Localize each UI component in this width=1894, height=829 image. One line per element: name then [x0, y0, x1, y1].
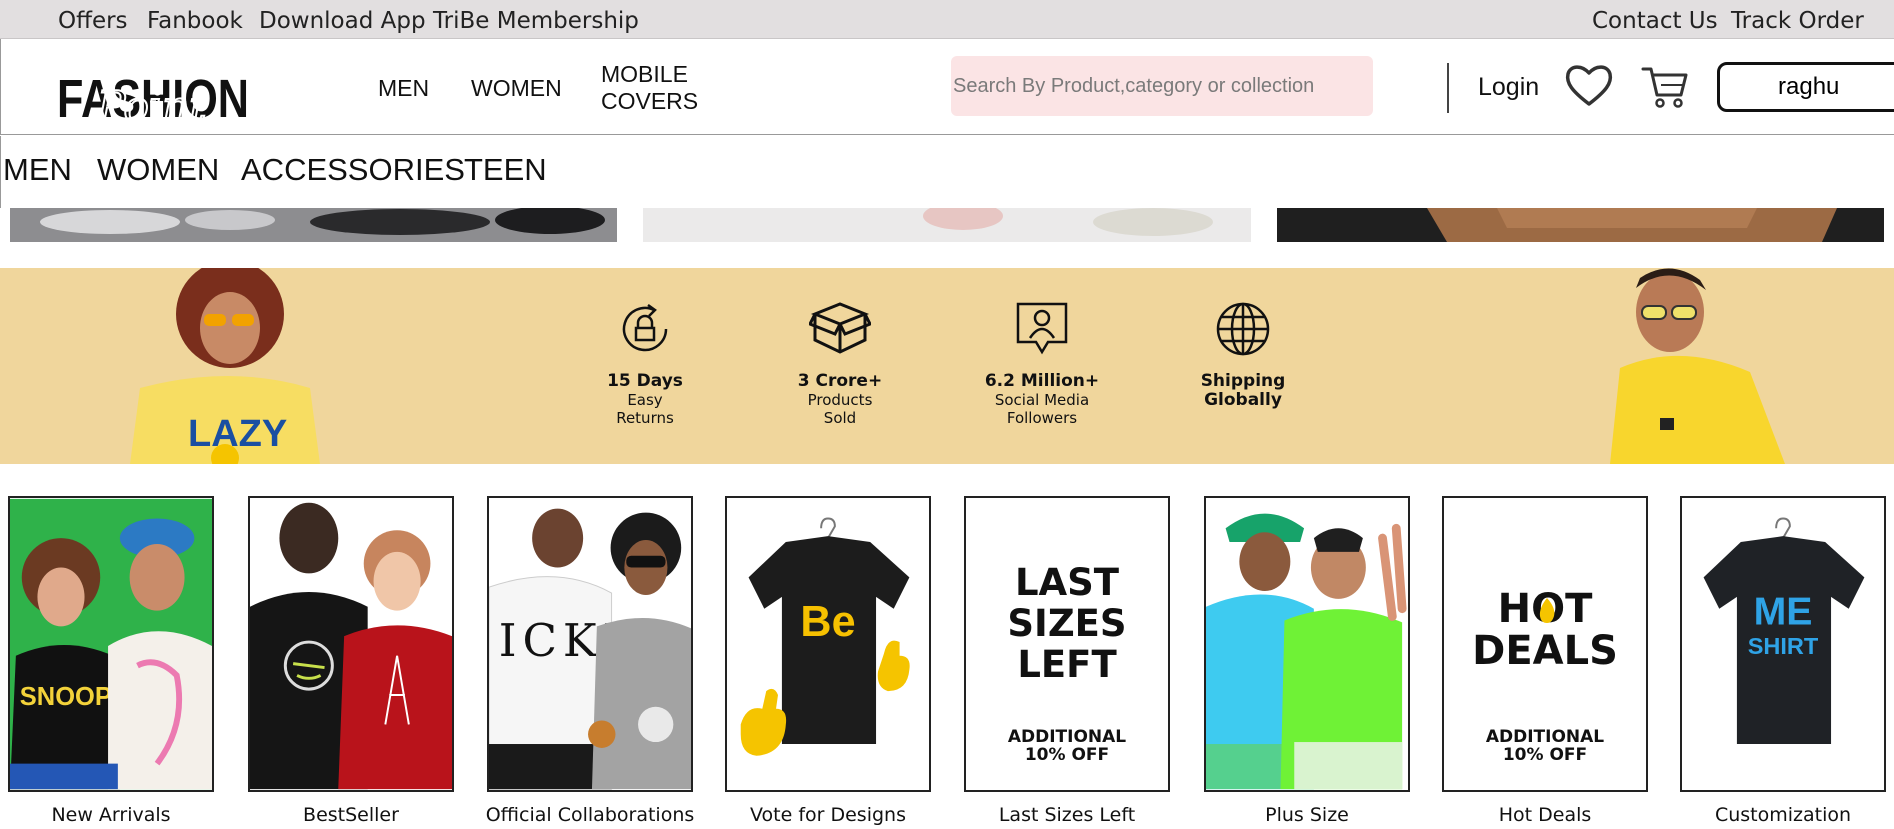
- offers-link[interactable]: Offers: [58, 8, 128, 34]
- card-plus-size-label[interactable]: Plus Size: [1187, 804, 1427, 826]
- feature-products-title: 3 Crore+: [797, 371, 883, 391]
- card-vote-for-designs-label[interactable]: Vote for Designs: [708, 804, 948, 826]
- last-sizes-offer2: 10% OFF: [1024, 745, 1110, 765]
- promo-model-man-image: [1610, 268, 1785, 464]
- track-order-link[interactable]: Track Order: [1731, 8, 1864, 34]
- category-nav: MEN WOMEN ACCESSORIES TEEN: [0, 136, 1894, 208]
- feature-returns-title: 15 Days: [607, 371, 683, 391]
- vote-shirt-print: Be: [800, 598, 855, 646]
- category-men[interactable]: MEN: [3, 152, 72, 188]
- card-plus-size[interactable]: [1204, 496, 1410, 792]
- feature-followers-title: 6.2 Million+: [984, 371, 1100, 391]
- card-last-sizes-left-label[interactable]: Last Sizes Left: [947, 804, 1187, 826]
- brand-logo[interactable]: FASHION Point: [57, 51, 249, 125]
- last-sizes-line1: LAST: [1014, 561, 1120, 604]
- feature-followers-sub1: Social Media: [994, 391, 1090, 409]
- feature-shipping: Shipping Globally: [1186, 300, 1300, 410]
- carousel-slide-jacket[interactable]: [1277, 208, 1884, 242]
- membership-link[interactable]: TriBe Membership: [433, 8, 639, 34]
- features-banner: LAZY 15 Days Easy Returns 3 Crore+ Produ…: [0, 268, 1894, 464]
- header-divider: [1447, 63, 1449, 113]
- card-hot-deals-label[interactable]: Hot Deals: [1425, 804, 1665, 826]
- cart-icon[interactable]: [1641, 63, 1689, 109]
- nav-covers-label: COVERS: [601, 88, 699, 114]
- card-new-arrivals[interactable]: SNOOPY: [8, 496, 214, 792]
- carousel-slide-shoes[interactable]: [10, 208, 617, 242]
- feature-returns-sub1: Easy: [627, 391, 663, 409]
- contact-us-link[interactable]: Contact Us: [1592, 8, 1718, 34]
- card-vote-for-designs[interactable]: Be: [725, 496, 931, 792]
- follower-icon: [1016, 302, 1068, 355]
- card-customization-label[interactable]: Customization: [1663, 804, 1894, 826]
- card-official-collaborations-label[interactable]: Official Collaborations: [470, 804, 710, 826]
- card-hot-deals[interactable]: HOT DEALS ADDITIONAL 10% OFF: [1442, 496, 1648, 792]
- return-icon: [622, 303, 668, 352]
- nav-mobile-label: MOBILE: [601, 61, 688, 87]
- feature-products: 3 Crore+ Products Sold: [780, 300, 900, 427]
- card-new-arrivals-label[interactable]: New Arrivals: [0, 804, 231, 826]
- feature-products-sub1: Products: [807, 391, 873, 409]
- feature-followers-sub2: Followers: [1006, 409, 1078, 427]
- logo-script-text: Point: [96, 82, 206, 125]
- fanbook-link[interactable]: Fanbook: [147, 8, 243, 34]
- category-teen[interactable]: TEEN: [464, 152, 547, 188]
- nav-men[interactable]: MEN: [378, 75, 429, 102]
- top-utility-bar: Offers Fanbook Download App TriBe Member…: [0, 0, 1894, 39]
- last-sizes-line3: LEFT: [1017, 643, 1117, 686]
- user-account-button[interactable]: raghu: [1717, 62, 1894, 112]
- custom-shirt-print-line2: SHIRT: [1748, 633, 1819, 659]
- category-women[interactable]: WOMEN: [97, 152, 219, 188]
- hot-deals-offer1: ADDITIONAL: [1485, 727, 1605, 747]
- card-last-sizes-left[interactable]: LAST SIZES LEFT ADDITIONAL 10% OFF: [964, 496, 1170, 792]
- card-official-collaborations[interactable]: ICKF: [487, 496, 693, 792]
- carousel-slide-sneakers[interactable]: [643, 208, 1251, 242]
- flame-icon: [1539, 598, 1555, 623]
- feature-returns: 15 Days Easy Returns: [595, 300, 695, 427]
- feature-followers: 6.2 Million+ Social Media Followers: [975, 300, 1109, 427]
- main-header: FASHION Point MEN WOMEN MOBILE COVERS Lo…: [0, 39, 1894, 135]
- last-sizes-line2: SIZES: [1007, 602, 1127, 645]
- box-icon: [809, 302, 871, 354]
- feature-returns-sub2: Returns: [616, 409, 674, 427]
- wishlist-heart-icon[interactable]: [1564, 61, 1614, 111]
- hot-deals-offer2: 10% OFF: [1502, 745, 1588, 765]
- feature-products-sub2: Sold: [823, 409, 857, 427]
- globe-icon: [1216, 302, 1270, 356]
- login-link[interactable]: Login: [1478, 73, 1539, 102]
- feature-shipping-title: Shipping: [1200, 371, 1286, 391]
- promo-model-woman-image: LAZY: [130, 268, 320, 464]
- nav-mobile-covers[interactable]: MOBILE COVERS: [601, 61, 698, 115]
- card-bestseller-label[interactable]: BestSeller: [231, 804, 471, 826]
- download-app-link[interactable]: Download App: [259, 8, 426, 34]
- card-bestseller[interactable]: [248, 496, 454, 792]
- category-accessories[interactable]: ACCESSORIES: [241, 152, 465, 188]
- search-input[interactable]: [951, 56, 1373, 116]
- card-customization[interactable]: ME SHIRT: [1680, 496, 1886, 792]
- feature-shipping-sub1: Globally: [1204, 390, 1282, 410]
- last-sizes-offer1: ADDITIONAL: [1007, 727, 1127, 747]
- nav-women[interactable]: WOMEN: [471, 75, 562, 102]
- svg-text:LAZY: LAZY: [188, 413, 287, 455]
- hot-deals-line2: DEALS: [1472, 628, 1618, 674]
- custom-shirt-print-line1: ME: [1754, 589, 1813, 633]
